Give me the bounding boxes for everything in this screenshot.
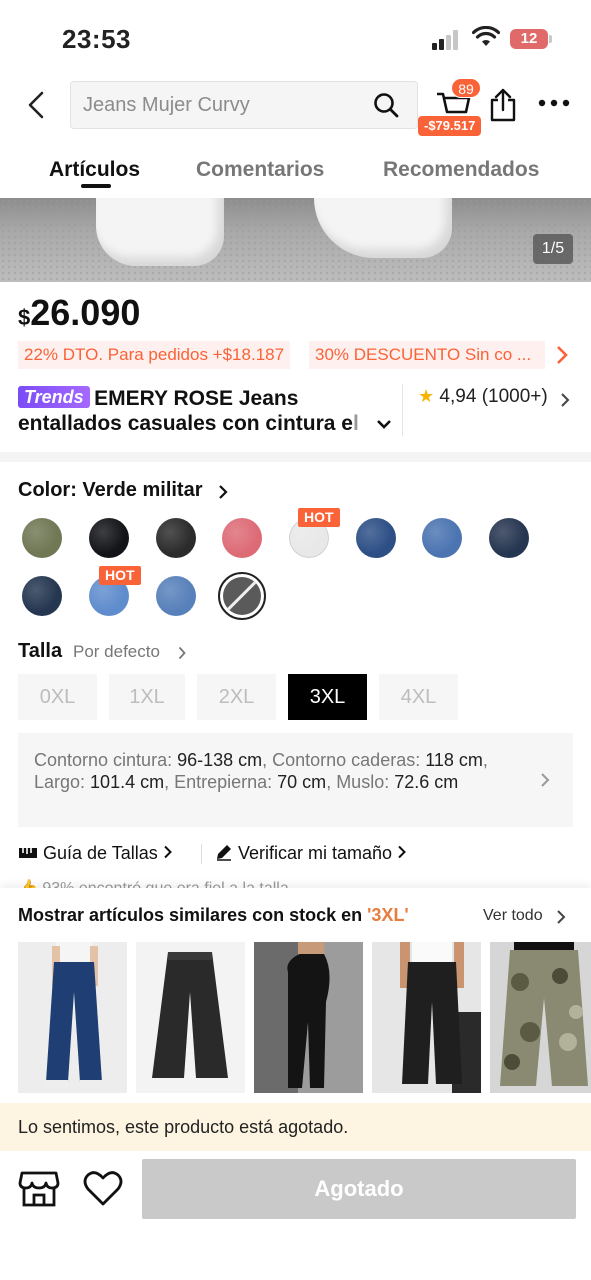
color-swatch-azul-lavado[interactable] xyxy=(156,576,196,616)
color-swatch-azul-medio[interactable] xyxy=(356,518,396,558)
star-icon: ★ xyxy=(418,386,435,406)
cart-count-badge: 89 xyxy=(451,78,481,98)
chevron-right-icon xyxy=(164,845,172,859)
signal-icon xyxy=(432,30,462,50)
similar-item-thumbnail[interactable] xyxy=(254,942,363,1093)
share-icon[interactable] xyxy=(488,88,518,122)
rating[interactable]: ★ 4,94 (1000+) xyxy=(418,386,548,408)
size-option-4xl[interactable]: 4XL xyxy=(379,674,458,720)
battery-tip xyxy=(549,35,552,43)
tab-underline xyxy=(81,184,111,188)
size-label: Talla xyxy=(18,640,63,662)
hot-badge: HOT xyxy=(298,508,340,527)
heart-icon[interactable] xyxy=(82,1169,124,1209)
divider xyxy=(402,384,403,436)
chevron-right-icon[interactable] xyxy=(218,484,228,500)
similar-items-title: Mostrar artículos similares con stock en… xyxy=(18,905,409,925)
chevron-right-icon[interactable] xyxy=(555,345,569,365)
hot-badge: HOT xyxy=(99,566,141,585)
status-time: 23:53 xyxy=(62,24,131,54)
color-swatch-negro[interactable] xyxy=(89,518,129,558)
similar-item-thumbnail[interactable] xyxy=(372,942,481,1093)
pencil-icon xyxy=(217,845,231,861)
size-default[interactable]: Por defecto xyxy=(73,642,160,662)
similar-items-panel: Mostrar artículos similares con stock en… xyxy=(0,888,591,1103)
section-separator xyxy=(0,452,591,462)
size-option-0xl[interactable]: 0XL xyxy=(18,674,97,720)
product-title[interactable]: Trends EMERY ROSE Jeans xyxy=(18,386,398,412)
trends-badge: Trends xyxy=(18,386,90,408)
product-price: $26.090 xyxy=(18,292,141,333)
chevron-right-icon[interactable] xyxy=(556,909,566,925)
more-options-icon[interactable] xyxy=(538,98,570,108)
header: Jeans Mujer Curvy 89 -$79.517 xyxy=(0,76,591,136)
store-icon[interactable] xyxy=(18,1169,60,1209)
color-swatch-rosa[interactable] xyxy=(222,518,262,558)
tab-recomendados[interactable]: Recomendados xyxy=(383,158,539,182)
size-option-1xl[interactable]: 1XL xyxy=(109,674,185,720)
sold-out-button[interactable]: Agotado xyxy=(142,1159,576,1219)
tab-articulos[interactable]: Artículos xyxy=(49,158,140,182)
back-arrow-icon[interactable] xyxy=(22,90,52,120)
shoe-left xyxy=(96,198,224,266)
wifi-icon xyxy=(472,26,500,46)
ruler-icon xyxy=(19,848,37,858)
promo-tag-1[interactable]: 22% DTO. Para pedidos +$18.187 xyxy=(18,341,291,369)
bottom-action-bar: Agotado xyxy=(0,1151,591,1280)
size-option-3xl[interactable]: 3XL xyxy=(288,674,367,720)
verify-size-link[interactable]: Verificar mi tamaño xyxy=(215,843,407,864)
search-icon[interactable] xyxy=(373,92,399,118)
see-all-link[interactable]: Ver todo xyxy=(483,907,543,925)
color-swatch-negro-lavado[interactable] xyxy=(156,518,196,558)
divider xyxy=(201,844,202,864)
color-label[interactable]: Color: Verde militar xyxy=(18,479,203,502)
promo-tag-2[interactable]: 30% DESCUENTO Sin co ... xyxy=(309,341,545,369)
image-pager: 1/5 xyxy=(533,234,573,264)
color-swatch-verde-militar[interactable] xyxy=(22,518,62,558)
battery-icon: 12 xyxy=(510,29,548,49)
chevron-right-icon[interactable] xyxy=(540,772,550,788)
cart-discount-badge: -$79.517 xyxy=(418,116,482,136)
chevron-right-icon xyxy=(398,845,407,859)
status-bar: 23:53 12 xyxy=(0,0,591,76)
search-input[interactable]: Jeans Mujer Curvy xyxy=(70,81,418,129)
size-option-2xl[interactable]: 2XL xyxy=(197,674,276,720)
tab-bar: Artículos Comentarios Recomendados xyxy=(0,146,591,196)
size-guide-link[interactable]: Guía de Tallas xyxy=(18,843,173,864)
product-image[interactable]: 1/5 xyxy=(0,198,591,282)
search-placeholder: Jeans Mujer Curvy xyxy=(83,94,250,116)
color-swatch-azul-claro[interactable] xyxy=(422,518,462,558)
product-title-line2[interactable]: entallados casuales con cintura el xyxy=(18,412,359,436)
chevron-right-icon[interactable] xyxy=(178,646,186,660)
size-measurements[interactable]: Contorno cintura: 96-138 cm, Contorno ca… xyxy=(18,733,573,827)
sold-out-notice: Lo sentimos, este producto está agotado. xyxy=(0,1103,591,1151)
chevron-right-icon[interactable] xyxy=(560,392,570,408)
tab-comentarios[interactable]: Comentarios xyxy=(196,158,324,182)
color-swatch-gris-agotado[interactable] xyxy=(218,572,266,620)
similar-item-thumbnail[interactable] xyxy=(490,942,591,1093)
similar-item-thumbnail[interactable] xyxy=(136,942,245,1093)
color-swatch-azul-oscuro[interactable] xyxy=(489,518,529,558)
similar-item-thumbnail[interactable] xyxy=(18,942,127,1093)
chevron-down-icon[interactable] xyxy=(376,418,392,430)
color-swatch-azul-marino[interactable] xyxy=(22,576,62,616)
